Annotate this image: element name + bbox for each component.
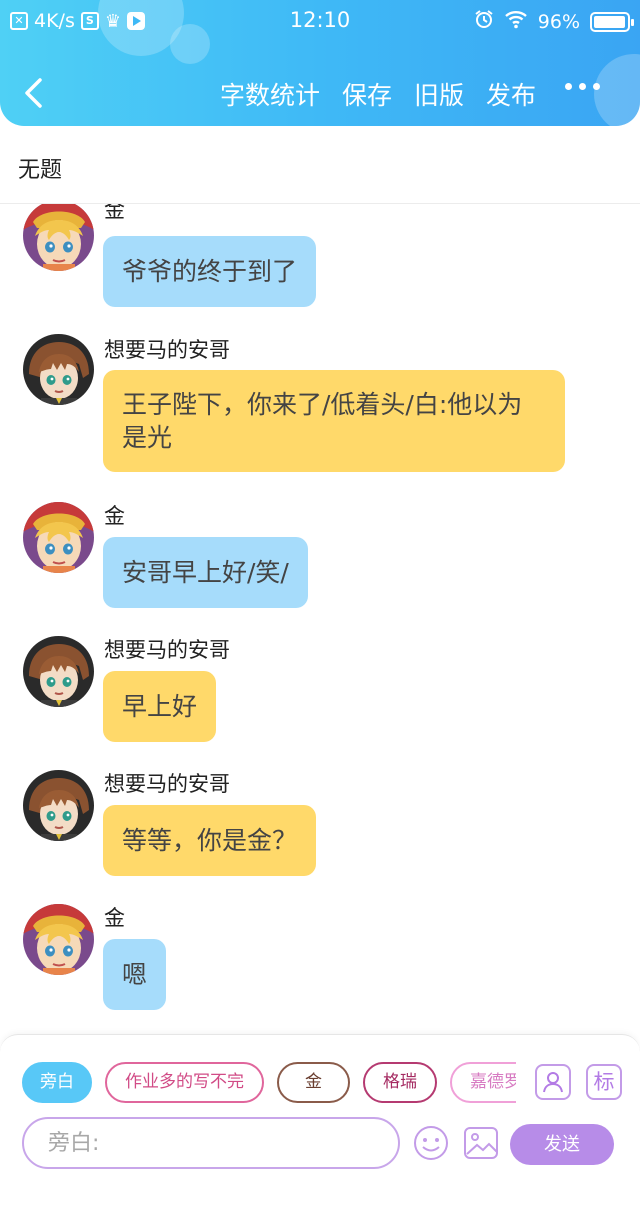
message-bubble[interactable]: 嗯 [103, 939, 167, 1010]
message-bubble[interactable]: 早上好 [103, 671, 217, 742]
brown-hair-avatar[interactable] [23, 334, 94, 405]
save-button[interactable]: 保存 [342, 76, 392, 112]
nav-actions: 字数统计 保存 旧版 发布 [220, 76, 536, 112]
message-bubble[interactable]: 爷爷的终于到了 [103, 236, 317, 307]
role-chip[interactable]: 作业多的写不完 [105, 1062, 264, 1103]
old-version-button[interactable]: 旧版 [414, 76, 464, 112]
message-sender: 金 [104, 204, 125, 222]
message-sender: 想要马的安哥 [104, 772, 230, 796]
blonde-boy-avatar[interactable] [23, 204, 94, 271]
chevron-left-icon [25, 78, 42, 108]
battery-percent: 96% [537, 10, 580, 33]
smiley-icon [414, 1126, 448, 1160]
role-chip[interactable]: 格瑞 [363, 1062, 437, 1103]
more-options-icon[interactable] [565, 83, 600, 90]
message-bubble[interactable]: 安哥早上好/笑/ [103, 537, 308, 608]
emoji-button[interactable] [412, 1124, 450, 1162]
person-icon [543, 1072, 563, 1093]
message-input[interactable] [22, 1117, 400, 1169]
blonde-boy-avatar[interactable] [23, 502, 94, 573]
blonde-boy-avatar[interactable] [23, 904, 94, 975]
tag-button[interactable]: 标 [586, 1064, 622, 1100]
back-button[interactable] [22, 76, 52, 110]
battery-icon [590, 11, 634, 32]
input-panel: 旁白作业多的写不完金格瑞嘉德罗斯 标 发送 [0, 1034, 640, 1205]
message-sender: 想要马的安哥 [104, 638, 230, 662]
role-chip[interactable]: 金 [277, 1062, 350, 1103]
story-title: 无题 [18, 158, 63, 183]
message-sender: 想要马的安哥 [104, 338, 230, 362]
character-manage-button[interactable] [535, 1064, 571, 1100]
publish-button[interactable]: 发布 [486, 76, 536, 112]
image-button[interactable] [462, 1124, 500, 1162]
nav-bar: 字数统计 保存 旧版 发布 [0, 66, 640, 120]
role-chip[interactable]: 嘉德罗斯 [450, 1062, 516, 1103]
story-title-row[interactable]: 无题 [0, 126, 640, 204]
app-header: ✕ 4K/s S ♛ 12:10 96% 字数统计 保存 旧版 发布 [0, 0, 640, 126]
alarm-icon [474, 9, 494, 34]
message-bubble[interactable]: 王子陛下，你来了/低着头/白:他以为是光 [103, 370, 565, 472]
message-bubble[interactable]: 等等，你是金？ [103, 805, 317, 876]
role-chip-narrator[interactable]: 旁白 [22, 1062, 92, 1103]
word-count-button[interactable]: 字数统计 [220, 76, 320, 112]
send-button[interactable]: 发送 [510, 1124, 614, 1165]
brown-hair-avatar[interactable] [23, 770, 94, 841]
role-selector[interactable]: 旁白作业多的写不完金格瑞嘉德罗斯 [22, 1062, 516, 1106]
status-bar: ✕ 4K/s S ♛ 12:10 96% [0, 0, 640, 42]
wifi-icon [504, 9, 528, 34]
message-sender: 金 [104, 906, 125, 930]
chat-message-list[interactable]: 金 爷爷的终于到了 想要马的安哥 王子陛下，你来了/低着头/白:他以为是光 金 … [0, 204, 640, 1034]
image-icon [464, 1127, 498, 1159]
message-sender: 金 [104, 504, 125, 528]
brown-hair-avatar[interactable] [23, 636, 94, 707]
